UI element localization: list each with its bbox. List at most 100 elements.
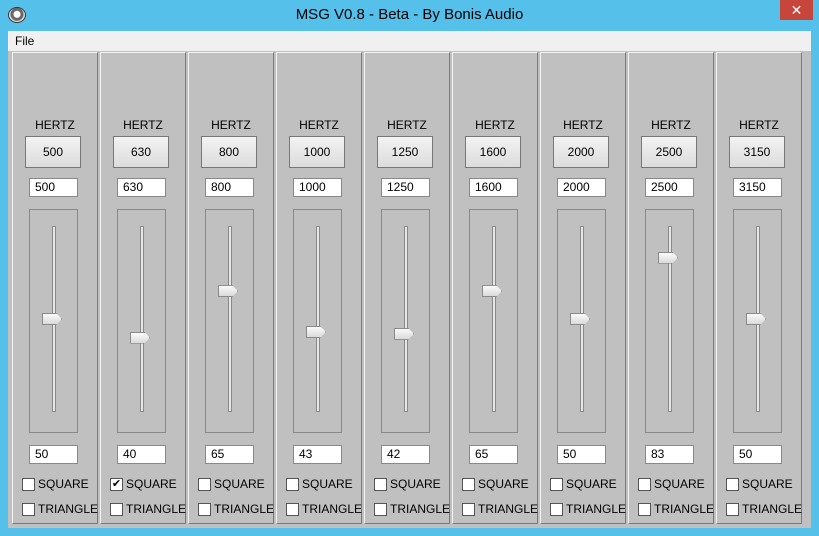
frequency-input[interactable]: 2500 <box>645 178 694 197</box>
square-checkbox[interactable] <box>638 478 651 491</box>
level-slider-frame <box>733 209 782 433</box>
frequency-input[interactable]: 630 <box>117 178 166 197</box>
square-checkbox[interactable] <box>374 478 387 491</box>
frequency-button[interactable]: 800 <box>201 136 257 168</box>
menu-file[interactable]: File <box>15 34 34 48</box>
triangle-checkbox[interactable] <box>374 503 387 516</box>
frequency-button[interactable]: 500 <box>25 136 81 168</box>
square-checkbox[interactable] <box>286 478 299 491</box>
square-checkbox[interactable]: ✔ <box>110 478 123 491</box>
level-input[interactable]: 65 <box>205 445 254 464</box>
band-panel-630: HERTZ 630 630 40 ✔ SQUARE TRIANGLE <box>100 52 186 524</box>
triangle-checkbox[interactable] <box>638 503 651 516</box>
hertz-label: HERTZ <box>563 118 603 132</box>
level-slider-thumb[interactable] <box>658 251 678 264</box>
square-label: SQUARE <box>390 477 441 491</box>
square-label: SQUARE <box>302 477 353 491</box>
frequency-input[interactable]: 3150 <box>733 178 782 197</box>
band-panel-1600: HERTZ 1600 1600 65 SQUARE TRIANGLE <box>452 52 538 524</box>
level-input[interactable]: 50 <box>733 445 782 464</box>
triangle-checkbox[interactable] <box>22 503 35 516</box>
frequency-button[interactable]: 2500 <box>641 136 697 168</box>
triangle-label: TRIANGLE <box>478 502 539 516</box>
level-slider-thumb[interactable] <box>394 327 414 340</box>
frequency-input[interactable]: 1250 <box>381 178 430 197</box>
triangle-checkbox[interactable] <box>550 503 563 516</box>
level-input[interactable]: 50 <box>29 445 78 464</box>
level-slider-frame <box>29 209 78 433</box>
hertz-label: HERTZ <box>739 118 779 132</box>
hertz-label: HERTZ <box>651 118 691 132</box>
frequency-button[interactable]: 1250 <box>377 136 433 168</box>
hertz-label: HERTZ <box>211 118 251 132</box>
level-slider-thumb[interactable] <box>306 326 326 339</box>
frequency-button[interactable]: 1600 <box>465 136 521 168</box>
hertz-label: HERTZ <box>475 118 515 132</box>
level-input[interactable]: 50 <box>557 445 606 464</box>
level-slider-thumb[interactable] <box>746 313 766 325</box>
frequency-input[interactable]: 2000 <box>557 178 606 197</box>
window-title: MSG V0.8 - Beta - By Bonis Audio <box>295 6 524 23</box>
square-label: SQUARE <box>478 477 529 491</box>
level-slider-track[interactable] <box>404 226 408 412</box>
level-input[interactable]: 65 <box>469 445 518 464</box>
level-slider-frame <box>117 209 166 433</box>
level-input[interactable]: 83 <box>645 445 694 464</box>
frequency-button[interactable]: 2000 <box>553 136 609 168</box>
triangle-label: TRIANGLE <box>302 502 363 516</box>
hertz-label: HERTZ <box>123 118 163 132</box>
level-slider-thumb[interactable] <box>130 331 150 344</box>
level-input[interactable]: 40 <box>117 445 166 464</box>
app-window: MSG V0.8 - Beta - By Bonis Audio ✕ File … <box>0 0 819 536</box>
band-panel-2000: HERTZ 2000 2000 50 SQUARE TRIANGLE <box>540 52 626 524</box>
level-input[interactable]: 43 <box>293 445 342 464</box>
level-slider-thumb[interactable] <box>570 313 590 325</box>
frequency-input[interactable]: 500 <box>29 178 78 197</box>
triangle-checkbox[interactable] <box>110 503 123 516</box>
frequency-input[interactable]: 1000 <box>293 178 342 197</box>
square-label: SQUARE <box>214 477 265 491</box>
frequency-button[interactable]: 1000 <box>289 136 345 168</box>
triangle-checkbox[interactable] <box>198 503 211 516</box>
level-slider-track[interactable] <box>316 226 320 412</box>
level-slider-thumb[interactable] <box>482 285 502 298</box>
triangle-label: TRIANGLE <box>390 502 451 516</box>
hertz-label: HERTZ <box>299 118 339 132</box>
triangle-label: TRIANGLE <box>126 502 187 516</box>
triangle-checkbox[interactable] <box>462 503 475 516</box>
title-bar[interactable]: MSG V0.8 - Beta - By Bonis Audio ✕ <box>0 0 819 31</box>
square-label: SQUARE <box>742 477 793 491</box>
triangle-label: TRIANGLE <box>566 502 627 516</box>
square-checkbox[interactable] <box>726 478 739 491</box>
client-area: File HERTZ 500 500 50 SQUARE TRIANGLE HERTZ 630… <box>8 31 811 528</box>
level-slider-thumb[interactable] <box>42 313 62 325</box>
triangle-checkbox[interactable] <box>286 503 299 516</box>
level-slider-thumb[interactable] <box>218 285 238 298</box>
level-slider-frame <box>557 209 606 433</box>
triangle-label: TRIANGLE <box>214 502 275 516</box>
square-checkbox[interactable] <box>22 478 35 491</box>
band-panel-3150: HERTZ 3150 3150 50 SQUARE TRIANGLE <box>716 52 802 524</box>
frequency-input[interactable]: 1600 <box>469 178 518 197</box>
frequency-button[interactable]: 3150 <box>729 136 785 168</box>
frequency-input[interactable]: 800 <box>205 178 254 197</box>
hertz-label: HERTZ <box>35 118 75 132</box>
close-button[interactable]: ✕ <box>780 0 813 20</box>
level-slider-track[interactable] <box>140 226 144 412</box>
frequency-button[interactable]: 630 <box>113 136 169 168</box>
level-slider-track[interactable] <box>492 226 496 412</box>
level-slider-track[interactable] <box>228 226 232 412</box>
level-slider-frame <box>205 209 254 433</box>
hertz-label: HERTZ <box>387 118 427 132</box>
square-checkbox[interactable] <box>198 478 211 491</box>
level-slider-frame <box>469 209 518 433</box>
menu-bar: File <box>8 31 811 51</box>
triangle-checkbox[interactable] <box>726 503 739 516</box>
square-label: SQUARE <box>126 477 177 491</box>
level-input[interactable]: 42 <box>381 445 430 464</box>
band-panel-2500: HERTZ 2500 2500 83 SQUARE TRIANGLE <box>628 52 714 524</box>
square-checkbox[interactable] <box>550 478 563 491</box>
square-checkbox[interactable] <box>462 478 475 491</box>
square-label: SQUARE <box>38 477 89 491</box>
square-label: SQUARE <box>566 477 617 491</box>
